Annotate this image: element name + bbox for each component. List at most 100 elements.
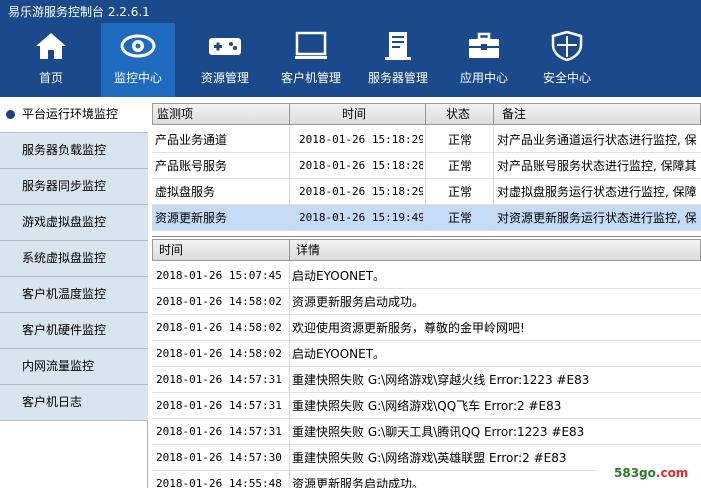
table-row[interactable]: 产品账号服务 2018-01-26 15:18:28 正常 对产品账号服务状态进… (152, 153, 701, 179)
cell-time: 2018-01-26 15:18:28 (299, 159, 423, 172)
active-dot-icon (6, 110, 15, 119)
cell-time: 2018-01-26 15:07:45 (156, 269, 282, 282)
cell-time: 2018-01-26 14:57:31 (156, 425, 282, 438)
sidebar: 平台运行环境监控 服务器负载监控 服务器同步监控 游戏虚拟盘监控 系统虚拟盘监控… (0, 97, 148, 488)
sidebar-item-lan-traffic[interactable]: 内网流量监控 (0, 349, 148, 385)
nav-label: 安全中心 (542, 71, 591, 85)
sidebar-item-label: 平台运行环境监控 (22, 107, 119, 121)
sidebar-item-client-temperature[interactable]: 客户机温度监控 (0, 277, 148, 313)
nav-monitor-center[interactable]: 监控中心 (101, 23, 175, 97)
cell-detail: 启动EYOONET。 (292, 269, 386, 283)
cell-time: 2018-01-26 14:57:30 (156, 451, 282, 464)
log-row[interactable]: 2018-01-26 14:57:31 重建快照失败 G:\网络游戏\穿越火线 … (152, 367, 701, 393)
log-row[interactable]: 2018-01-26 15:07:45 启动EYOONET。 (152, 263, 701, 289)
sidebar-item-label: 游戏虚拟盘监控 (22, 215, 107, 229)
sidebar-item-server-sync[interactable]: 服务器同步监控 (0, 169, 148, 205)
log-row[interactable]: 2018-01-26 14:58:02 资源更新服务启动成功。 (152, 289, 701, 315)
table-row-selected[interactable]: 资源更新服务 2018-01-26 15:19:49 正常 对资源更新服务运行状… (152, 205, 701, 231)
cell-detail: 重建快照失败 G:\网络游戏\QQ飞车 Error:2 #E83 (292, 399, 562, 413)
table-row[interactable]: 产品业务通道 2018-01-26 15:18:29 正常 对产品业务通道运行状… (152, 127, 701, 153)
log-table: 时间 详情 2018-01-26 15:07:45 启动EYOONET。 201… (152, 236, 701, 488)
cell-note: 对虚拟盘服务运行状态进行监控, 保障 (497, 185, 697, 199)
col-header-status[interactable]: 状态 (426, 104, 494, 124)
app-header: 易乐游服务控制台 2.2.6.1 首页 监控中心 资源管理 客户机管理 服务器管… (0, 0, 701, 97)
col-header-item[interactable]: 监测项 (153, 104, 290, 124)
sidebar-item-label: 内网流量监控 (22, 359, 95, 373)
sidebar-item-client-log[interactable]: 客户机日志 (0, 385, 148, 421)
log-table-header: 时间 详情 (152, 239, 701, 261)
column-divider (493, 127, 494, 231)
cell-detail: 重建快照失败 G:\聊天工具\腾讯QQ Error:1223 #E83 (292, 425, 585, 439)
sidebar-item-label: 服务器负载监控 (22, 143, 107, 157)
log-row[interactable]: 2018-01-26 14:57:31 重建快照失败 G:\聊天工具\腾讯QQ … (152, 419, 701, 445)
cell-item: 产品业务通道 (155, 133, 228, 147)
cell-note: 对产品业务通道运行状态进行监控, 保 (497, 133, 697, 147)
cell-detail: 资源更新服务启动成功。 (292, 295, 425, 309)
home-icon (36, 33, 66, 59)
cell-item: 资源更新服务 (155, 211, 228, 225)
cell-time: 2018-01-26 15:18:29 (299, 185, 423, 198)
cell-detail: 启动EYOONET。 (292, 347, 386, 361)
nav-label: 首页 (38, 71, 63, 85)
cell-status: 正常 (448, 185, 473, 199)
cell-time: 2018-01-26 14:58:02 (156, 347, 282, 360)
monitor-icon (295, 31, 327, 59)
sidebar-item-game-vdisk[interactable]: 游戏虚拟盘监控 (0, 205, 148, 241)
cell-status: 正常 (448, 133, 473, 147)
nav-app-center[interactable]: 应用中心 (447, 23, 521, 97)
nav-label: 资源管理 (200, 71, 249, 85)
cell-time: 2018-01-26 14:58:02 (156, 321, 282, 334)
server-icon (385, 32, 411, 60)
monitor-table-header: 监测项 时间 状态 备注 (152, 103, 701, 125)
cell-item: 产品账号服务 (155, 159, 228, 173)
eye-icon (120, 34, 156, 58)
cell-detail: 重建快照失败 G:\网络游戏\穿越火线 Error:1223 #E83 (292, 373, 590, 387)
nav-label: 监控中心 (113, 71, 162, 85)
cell-time: 2018-01-26 14:58:02 (156, 295, 282, 308)
toolbox-icon (469, 32, 499, 58)
cell-note: 对资源更新服务运行状态进行监控, 保 (497, 211, 697, 225)
col-header-time[interactable]: 时间 (290, 104, 426, 124)
col-header-detail[interactable]: 详情 (290, 240, 700, 260)
nav-home[interactable]: 首页 (18, 23, 84, 97)
column-divider (289, 263, 290, 488)
log-row[interactable]: 2018-01-26 14:57:31 重建快照失败 G:\网络游戏\QQ飞车 … (152, 393, 701, 419)
cell-status: 正常 (448, 211, 473, 225)
nav-client-management[interactable]: 客户机管理 (274, 23, 348, 97)
col-header-time[interactable]: 时间 (153, 240, 290, 260)
sidebar-item-label: 客户机硬件监控 (22, 323, 107, 337)
sidebar-item-label: 客户机日志 (22, 395, 83, 409)
log-row[interactable]: 2018-01-26 14:58:02 启动EYOONET。 (152, 341, 701, 367)
nav-resource-management[interactable]: 资源管理 (188, 23, 262, 97)
gamepad-icon (209, 38, 241, 55)
cell-item: 虚拟盘服务 (155, 185, 216, 199)
cell-time: 2018-01-26 14:55:48 (156, 477, 282, 488)
app-title: 易乐游服务控制台 2.2.6.1 (8, 5, 150, 19)
cell-time: 2018-01-26 14:57:31 (156, 399, 282, 412)
nav-label: 客户机管理 (280, 71, 341, 85)
cell-detail: 欢迎使用资源更新服务，尊敬的金甲岭网吧! (292, 321, 525, 335)
main-nav: 首页 监控中心 资源管理 客户机管理 服务器管理 应用中心 安全中心 (0, 23, 701, 97)
monitor-table: 监测项 时间 状态 备注 产品业务通道 2018-01-26 15:18:29 … (152, 101, 701, 233)
nav-security-center[interactable]: 安全中心 (530, 23, 604, 97)
sidebar-item-system-vdisk[interactable]: 系统虚拟盘监控 (0, 241, 148, 277)
cell-time: 2018-01-26 15:18:29 (299, 133, 423, 146)
nav-label: 服务器管理 (367, 71, 428, 85)
col-header-note[interactable]: 备注 (494, 104, 700, 124)
sidebar-item-label: 系统虚拟盘监控 (22, 251, 107, 265)
column-divider (289, 127, 290, 231)
cell-time: 2018-01-26 15:19:49 (299, 211, 423, 224)
nav-server-management[interactable]: 服务器管理 (361, 23, 435, 97)
sidebar-item-label: 服务器同步监控 (22, 179, 107, 193)
sidebar-item-label: 客户机温度监控 (22, 287, 107, 301)
sidebar-item-platform-env[interactable]: 平台运行环境监控 (0, 97, 148, 133)
log-row[interactable]: 2018-01-26 14:58:02 欢迎使用资源更新服务，尊敬的金甲岭网吧! (152, 315, 701, 341)
site-watermark: 583go.com (598, 461, 701, 488)
sidebar-item-server-load[interactable]: 服务器负载监控 (0, 133, 148, 169)
cell-time: 2018-01-26 14:57:31 (156, 373, 282, 386)
column-divider (425, 127, 426, 231)
cell-status: 正常 (448, 159, 473, 173)
sidebar-item-client-hardware[interactable]: 客户机硬件监控 (0, 313, 148, 349)
cell-note: 对产品账号服务状态进行监控, 保障其 (497, 159, 697, 173)
table-row[interactable]: 虚拟盘服务 2018-01-26 15:18:29 正常 对虚拟盘服务运行状态进… (152, 179, 701, 205)
